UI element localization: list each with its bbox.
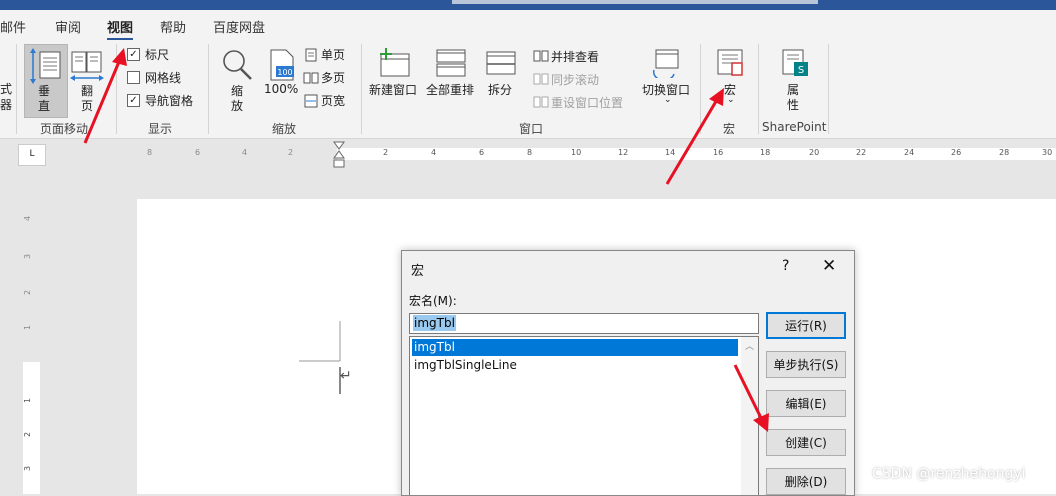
annotation-arrow-view-tab <box>83 48 127 144</box>
annotation-arrow-macros <box>665 88 724 185</box>
annotation-arrow-create <box>733 364 769 432</box>
annotation-arrows <box>83 48 769 432</box>
watermark: CSDN @renzhehongyi <box>872 466 1026 482</box>
